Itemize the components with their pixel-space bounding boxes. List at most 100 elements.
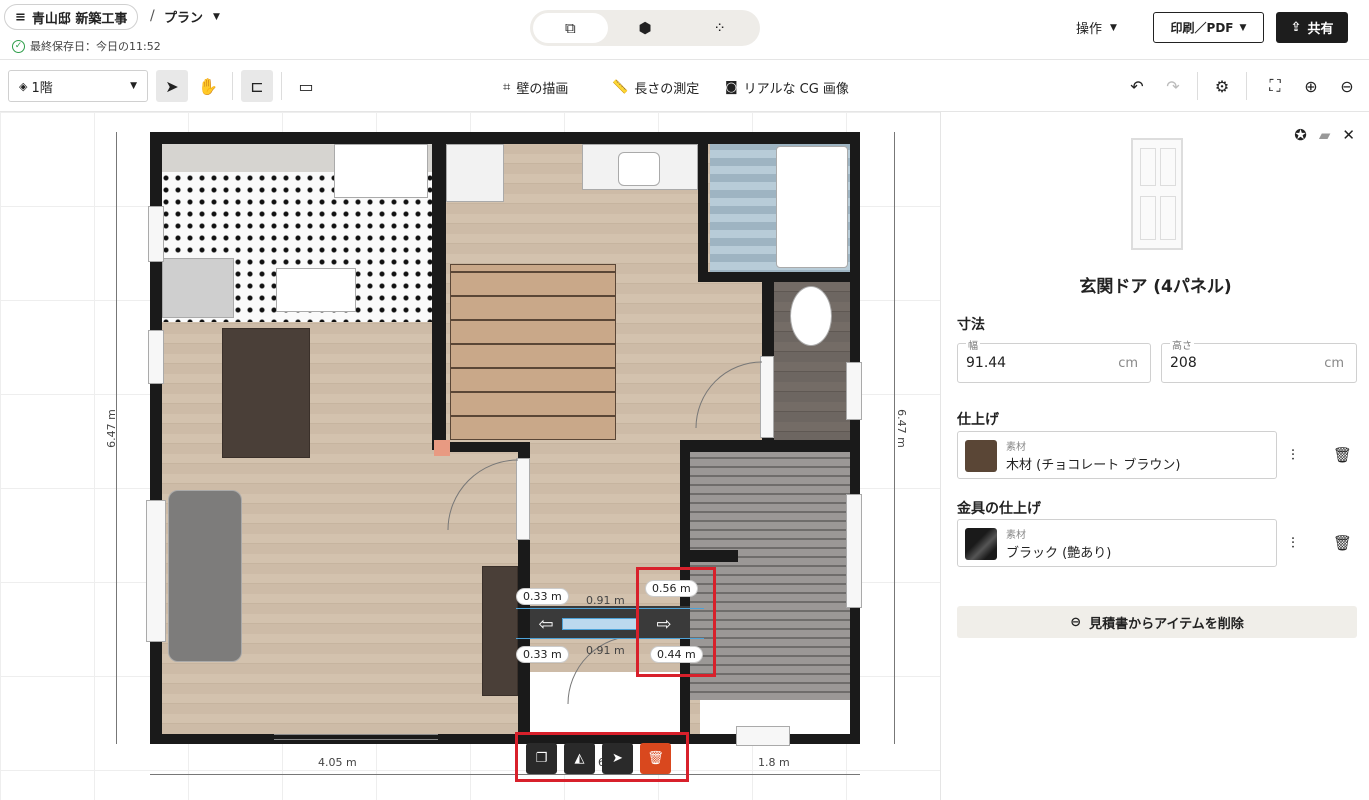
breadcrumb-separator: / [150, 8, 155, 24]
comment-icon[interactable]: ▭ [290, 70, 322, 102]
camera-icon: ◙ [725, 80, 738, 95]
footprints-icon[interactable]: ⁘ [682, 13, 757, 43]
staircase[interactable] [450, 264, 616, 440]
kitchen-sink[interactable] [276, 268, 356, 312]
trash-icon[interactable]: 🗑 [640, 742, 671, 774]
door-swing-arc [695, 361, 763, 429]
window[interactable] [736, 726, 790, 746]
render-button[interactable]: ◙ リアルな CG 画像 [725, 78, 849, 97]
width-label: 幅 [966, 337, 980, 352]
shoe-cabinet[interactable] [482, 566, 518, 696]
print-pdf-button[interactable]: 印刷／PDF ▼ [1153, 12, 1264, 43]
gear-icon[interactable]: ⚙ [1206, 70, 1238, 102]
fit-view-icon[interactable]: ⛶ [1259, 70, 1291, 102]
width-field[interactable]: 幅 91.44 cm [957, 337, 1151, 383]
plan-dropdown[interactable]: プラン ▼ [164, 7, 220, 26]
item-title: 玄関ドア (4パネル) [1079, 277, 1232, 297]
floorplan-canvas[interactable]: ⇦ ⇨ 0.33 m 0.91 m 0.56 m 0.33 m 0.91 m 0… [0, 112, 940, 800]
door-panel-shape [1140, 196, 1156, 240]
undo-icon[interactable]: ↶ [1121, 70, 1153, 102]
divider [281, 72, 282, 100]
sliding-door[interactable] [274, 734, 438, 740]
measure-label: 長さの測定 [634, 82, 700, 97]
comment-icon[interactable]: ▰ [1319, 126, 1331, 144]
floor-label: 1階 [31, 80, 53, 96]
chevron-down-icon: ▼ [213, 11, 220, 22]
duplicate-icon[interactable]: ❐ [526, 742, 557, 774]
hand-pan-icon[interactable]: ✋ [192, 70, 224, 102]
cube-3d-icon[interactable]: ⬢ [608, 13, 683, 43]
wall [690, 550, 738, 562]
magnet-snap-icon[interactable]: ⊏ [241, 70, 273, 102]
window[interactable] [846, 494, 862, 608]
floorplan-2d-icon[interactable]: ⧉ [533, 13, 608, 43]
cabinet[interactable] [446, 144, 504, 202]
wall-draw-icon: ⌗ [503, 80, 511, 95]
height-value[interactable]: 208 [1170, 355, 1197, 371]
width-value[interactable]: 91.44 [966, 355, 1006, 371]
height-unit: cm [1324, 356, 1344, 371]
height-field[interactable]: 高さ 208 cm [1161, 337, 1357, 383]
window[interactable] [846, 362, 862, 420]
stove[interactable] [162, 258, 234, 318]
arrow-left-icon[interactable]: ⇦ [534, 616, 558, 636]
check-circle-icon: ✓ [12, 39, 25, 53]
settings-badge-icon[interactable]: ✪ [1294, 126, 1307, 144]
hardware-swatch [965, 528, 997, 560]
finish-material-selector[interactable]: 素材 木材 (チョコレート ブラウン) [957, 431, 1277, 479]
hardware-material-value: ブラック (艶あり) [1006, 546, 1112, 561]
dimension-height-right: 6.47 m [894, 409, 908, 448]
refrigerator[interactable] [334, 144, 428, 198]
chevron-down-icon: ▼ [1239, 22, 1247, 33]
door-thumbnail [1131, 138, 1183, 250]
floor-selector[interactable]: ◈ 1階 ▼ [8, 70, 148, 102]
menu-icon: ≡ [15, 9, 26, 25]
sofa[interactable] [168, 490, 242, 662]
pillar-marker[interactable] [434, 440, 450, 456]
divider [232, 72, 233, 100]
measure-button[interactable]: 📏 長さの測定 [612, 78, 699, 97]
door-panel-shape [1140, 148, 1156, 186]
washbasin[interactable] [618, 152, 660, 186]
draw-walls-label: 壁の描画 [516, 82, 569, 97]
hardware-material-selector[interactable]: 素材 ブラック (艶あり) [957, 519, 1277, 567]
wall [850, 132, 860, 744]
redo-icon[interactable]: ↷ [1157, 70, 1189, 102]
draw-walls-button[interactable]: ⌗ 壁の描画 [503, 78, 568, 97]
adjust-sliders-icon[interactable]: ⫶ [1291, 534, 1295, 552]
door-panel-shape [1160, 196, 1176, 240]
window[interactable] [146, 500, 166, 642]
save-status: ✓ 最終保存日：今日の11:52 [12, 38, 161, 54]
window[interactable] [148, 206, 164, 262]
finish-swatch [965, 440, 997, 472]
dining-table[interactable] [222, 328, 310, 458]
dimension-width-right: 1.8 m [758, 756, 790, 769]
plan-label: プラン [164, 11, 204, 26]
project-menu-button[interactable]: ≡ 青山邸 新築工事 [4, 4, 139, 30]
selected-front-door[interactable] [562, 618, 638, 630]
finish-material-label: 素材 [1006, 442, 1026, 453]
trash-icon[interactable]: 🗑 [1333, 446, 1352, 464]
adjust-sliders-icon[interactable]: ⫶ [1291, 446, 1295, 464]
wall [446, 442, 530, 452]
operations-label: 操作 [1076, 22, 1103, 37]
measure-label: 0.91 m [586, 594, 625, 607]
share-button[interactable]: ⇪ 共有 [1276, 12, 1348, 43]
wall [432, 144, 446, 450]
zoom-in-icon[interactable]: ⊕ [1295, 70, 1327, 102]
zoom-out-icon[interactable]: ⊖ [1331, 70, 1363, 102]
trash-icon[interactable]: 🗑 [1333, 534, 1352, 552]
remove-from-estimate-button[interactable]: ⊖ 見積書からアイテムを削除 [957, 606, 1357, 638]
select-tool-icon[interactable]: ➤ [156, 70, 188, 102]
send-icon[interactable]: ➤ [602, 742, 633, 774]
operations-menu[interactable]: 操作 ▼ [1076, 18, 1117, 37]
bathtub[interactable] [776, 146, 848, 268]
window[interactable] [148, 330, 164, 384]
divider [1246, 72, 1247, 100]
close-icon[interactable]: ✕ [1342, 126, 1355, 144]
flip-icon[interactable]: ◭ [564, 742, 595, 774]
wall [698, 272, 850, 282]
toilet[interactable] [790, 286, 832, 346]
door-swing-arc [447, 459, 519, 531]
wall [150, 132, 860, 144]
